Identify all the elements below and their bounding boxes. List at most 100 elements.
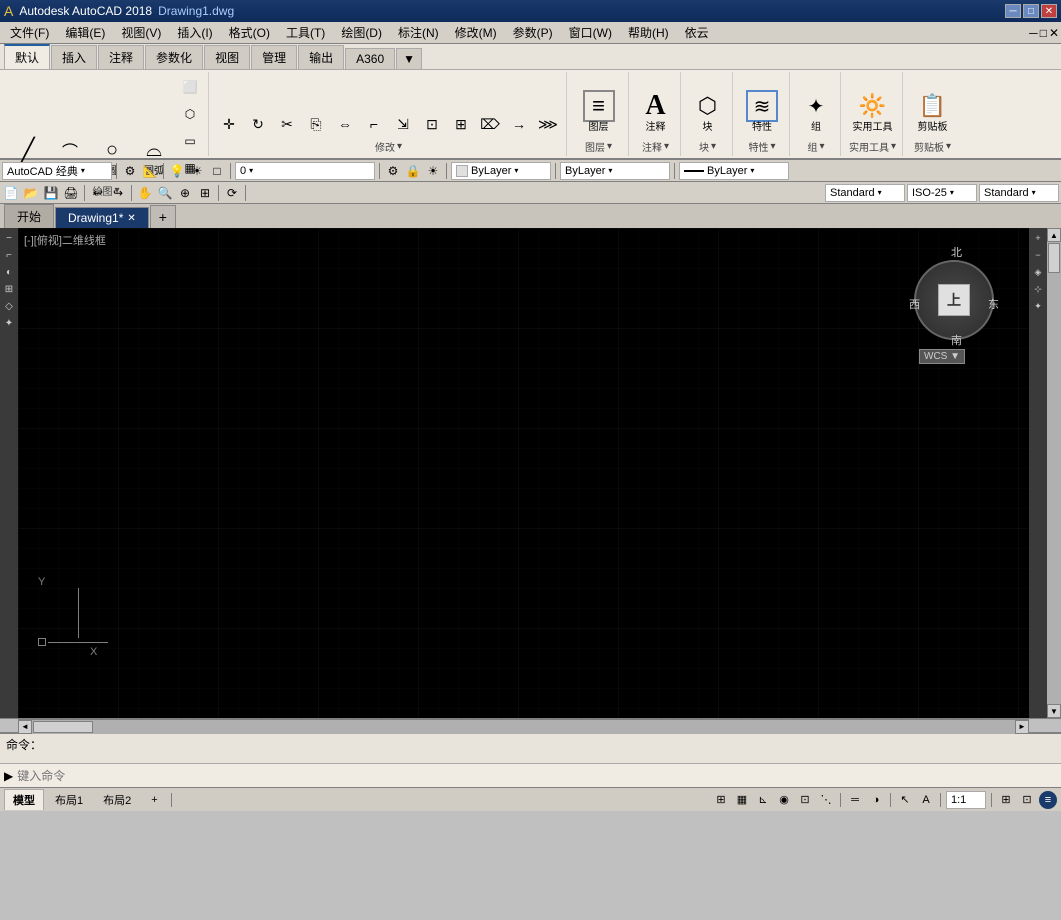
zoom-window-icon[interactable]: ⊕ bbox=[176, 184, 194, 202]
color-dropdown[interactable]: ByLayer ▾ bbox=[451, 162, 551, 180]
menu-cloud[interactable]: 依云 bbox=[677, 22, 717, 43]
fillet-btn[interactable]: ⌐ bbox=[360, 111, 388, 137]
scroll-right-btn[interactable]: ► bbox=[1015, 720, 1029, 734]
menu-modify[interactable]: 修改(M) bbox=[447, 22, 505, 43]
tab-insert[interactable]: 插入 bbox=[51, 45, 97, 69]
block-btn[interactable]: ⬡ 块 bbox=[688, 87, 728, 137]
draw-rect-btn[interactable]: ▭ bbox=[176, 128, 204, 154]
copy-btn[interactable]: ⎘ bbox=[302, 111, 330, 137]
layer-dropdown-arrow[interactable]: ▾ bbox=[607, 141, 612, 152]
zoom-icon[interactable]: 🔍 bbox=[156, 184, 174, 202]
mirror-btn[interactable]: ⇔ bbox=[331, 111, 359, 137]
compass-wcs[interactable]: WCS ▼ bbox=[919, 349, 965, 364]
left-tool-2[interactable]: ⌐ bbox=[1, 247, 17, 263]
tablestyle-dropdown[interactable]: Standard ▾ bbox=[979, 184, 1059, 202]
sun-icon[interactable]: ☀ bbox=[188, 162, 206, 180]
selection-icon[interactable]: ↖ bbox=[896, 791, 914, 809]
left-tool-3[interactable]: ◐ bbox=[1, 264, 17, 280]
menu-draw[interactable]: 绘图(D) bbox=[333, 22, 390, 43]
lineweight-dropdown[interactable]: ByLayer ▾ bbox=[679, 162, 789, 180]
tab-manage[interactable]: 管理 bbox=[251, 45, 297, 69]
menu-insert[interactable]: 插入(I) bbox=[169, 22, 220, 43]
menu-format[interactable]: 格式(O) bbox=[221, 22, 278, 43]
scale-btn[interactable]: ⊡ bbox=[418, 111, 446, 137]
tab-default[interactable]: 默认 bbox=[4, 44, 50, 69]
lineweight-toggle[interactable]: ═ bbox=[846, 791, 864, 809]
menu-params[interactable]: 参数(P) bbox=[505, 22, 561, 43]
group-btn[interactable]: ✦ 组 bbox=[796, 87, 836, 137]
new-icon[interactable]: 📄 bbox=[2, 184, 20, 202]
layer-mgr-icon2[interactable]: 🔒 bbox=[404, 162, 422, 180]
pan-icon[interactable]: ✋ bbox=[136, 184, 154, 202]
draw-poly-btn[interactable]: ⬡ bbox=[176, 101, 204, 127]
settings-icon[interactable]: ⚙ bbox=[121, 162, 139, 180]
rt-3[interactable]: ◈ bbox=[1030, 264, 1046, 280]
zoom-ext-icon[interactable]: ⊞ bbox=[196, 184, 214, 202]
scroll-up-btn[interactable]: ▲ bbox=[1047, 228, 1061, 242]
clipboard-dropdown-arrow[interactable]: ▾ bbox=[946, 141, 951, 152]
tools-icon[interactable]: 📐 bbox=[141, 162, 159, 180]
move-btn[interactable]: ✛ bbox=[215, 111, 243, 137]
annotscale-icon[interactable]: A bbox=[917, 791, 935, 809]
save-icon[interactable]: 💾 bbox=[42, 184, 60, 202]
left-tool-1[interactable]: − bbox=[1, 230, 17, 246]
rt-2[interactable]: − bbox=[1030, 247, 1046, 263]
model-tab[interactable]: 模型 bbox=[4, 789, 44, 810]
box-icon[interactable]: □ bbox=[208, 162, 226, 180]
draw-more-btn[interactable]: ⬜ bbox=[176, 74, 204, 100]
block-dropdown-arrow[interactable]: ▾ bbox=[711, 141, 716, 152]
app-restore-btn[interactable]: □ bbox=[1040, 26, 1047, 40]
tab-output[interactable]: 输出 bbox=[298, 45, 344, 69]
array-btn[interactable]: ⊞ bbox=[447, 111, 475, 137]
app-minimize-btn[interactable]: ─ bbox=[1029, 26, 1038, 40]
restore-button[interactable]: □ bbox=[1023, 4, 1039, 18]
tab-parametric[interactable]: 参数化 bbox=[145, 45, 203, 69]
props-dropdown-arrow[interactable]: ▾ bbox=[770, 141, 775, 152]
menu-annotate[interactable]: 标注(N) bbox=[390, 22, 447, 43]
ortho-icon[interactable]: ⊾ bbox=[754, 791, 772, 809]
bulb-icon[interactable]: 💡 bbox=[168, 162, 186, 180]
scroll-down-btn[interactable]: ▼ bbox=[1047, 704, 1061, 718]
scale-dropdown[interactable]: 1:1 bbox=[946, 791, 986, 809]
minimize-button[interactable]: ─ bbox=[1005, 4, 1021, 18]
left-tool-5[interactable]: ◇ bbox=[1, 298, 17, 314]
customiz-icon[interactable]: ≡ bbox=[1039, 791, 1057, 809]
left-tool-6[interactable]: ✦ bbox=[1, 315, 17, 331]
utilities-dropdown-arrow[interactable]: ▾ bbox=[891, 141, 896, 152]
layer-btn[interactable]: ≡ 图层 bbox=[579, 87, 619, 137]
tab-start[interactable]: 开始 bbox=[4, 204, 54, 228]
layout2-tab[interactable]: 布局2 bbox=[94, 789, 140, 811]
menu-window[interactable]: 窗口(W) bbox=[561, 22, 620, 43]
print-icon[interactable]: 🖨 bbox=[62, 184, 80, 202]
snap-icon[interactable]: ⊞ bbox=[712, 791, 730, 809]
rt-4[interactable]: ⊹ bbox=[1030, 281, 1046, 297]
utilities-btn[interactable]: 🔆 实用工具 bbox=[849, 87, 897, 137]
erase-btn[interactable]: ⌦ bbox=[476, 111, 504, 137]
tab-view[interactable]: 视图 bbox=[204, 45, 250, 69]
trim-btn[interactable]: ✂ bbox=[273, 111, 301, 137]
menu-tools[interactable]: 工具(T) bbox=[278, 22, 333, 43]
polar-icon[interactable]: ◉ bbox=[775, 791, 793, 809]
tab-annotate[interactable]: 注释 bbox=[98, 45, 144, 69]
dimstyle-dropdown[interactable]: ISO-25 ▾ bbox=[907, 184, 977, 202]
orbit-icon[interactable]: ⟳ bbox=[223, 184, 241, 202]
modify-dropdown-arrow[interactable]: ▾ bbox=[397, 141, 402, 152]
compass-circle[interactable]: 上 bbox=[914, 260, 994, 340]
grid-icon[interactable]: ▦ bbox=[733, 791, 751, 809]
rt-5[interactable]: ✦ bbox=[1030, 298, 1046, 314]
layout1-tab[interactable]: 布局1 bbox=[46, 789, 92, 811]
tab-more[interactable]: ▼ bbox=[396, 48, 422, 69]
tab-drawing1-close[interactable]: ✕ bbox=[127, 213, 135, 224]
properties-btn[interactable]: ≋ 特性 bbox=[742, 87, 782, 137]
textstyle-dropdown[interactable]: Standard ▾ bbox=[825, 184, 905, 202]
tab-add-btn[interactable]: + bbox=[150, 205, 176, 228]
workspace-dropdown[interactable]: AutoCAD 经典 ▾ bbox=[2, 162, 112, 180]
osnap-icon[interactable]: ⊡ bbox=[796, 791, 814, 809]
annotate-btn[interactable]: A 注释 bbox=[636, 87, 676, 137]
menu-file[interactable]: 文件(F) bbox=[2, 22, 57, 43]
group-dropdown-arrow[interactable]: ▾ bbox=[819, 141, 824, 152]
offset-btn[interactable]: ⋙ bbox=[534, 111, 562, 137]
tab-drawing1[interactable]: Drawing1* ✕ bbox=[55, 207, 149, 228]
menu-edit[interactable]: 编辑(E) bbox=[57, 22, 113, 43]
tab-a360[interactable]: A360 bbox=[345, 48, 395, 69]
